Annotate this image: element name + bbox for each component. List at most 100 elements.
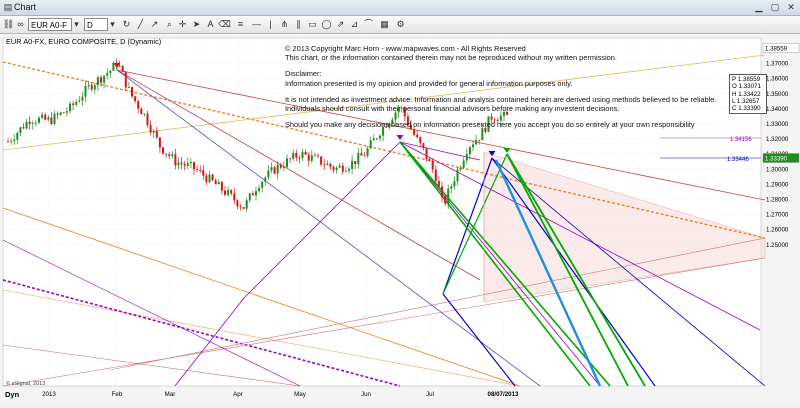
y-tick-label: 1.32000 xyxy=(766,136,789,143)
candle-body xyxy=(217,182,220,185)
candle-body xyxy=(72,103,75,105)
chain-icon[interactable]: ∞ xyxy=(14,18,27,31)
y-tick-label: 1.25000 xyxy=(766,242,789,249)
copyright-text: © 2013 Copyright Marc Horn - www.mapwave… xyxy=(285,44,526,53)
candle-body xyxy=(447,188,450,204)
candle-body xyxy=(462,160,465,168)
candle-body xyxy=(146,113,149,126)
ellipse-icon[interactable]: ◯ xyxy=(320,18,333,31)
draw-line-icon[interactable]: ╱ xyxy=(134,18,147,31)
candle-body xyxy=(295,152,298,158)
candle-body xyxy=(360,153,363,156)
vline-icon[interactable]: | xyxy=(264,18,277,31)
ohlc-prev: P 1.38559 xyxy=(732,76,761,83)
candle-body xyxy=(140,108,143,115)
candle-body xyxy=(273,167,276,174)
hline-icon[interactable]: — xyxy=(250,18,263,31)
minimize-icon[interactable]: ▁ xyxy=(753,2,765,13)
refresh-icon[interactable]: ↻ xyxy=(120,18,133,31)
candle-body xyxy=(186,163,189,166)
layout-icon[interactable]: ▦ xyxy=(378,18,391,31)
ohlc-high: H 1.33422 xyxy=(732,90,761,98)
candle-body xyxy=(34,122,37,124)
candle-body xyxy=(307,154,310,161)
candle-body xyxy=(282,167,285,168)
candle-body xyxy=(10,141,13,142)
candle-body xyxy=(118,65,121,67)
disclaimer-line4: It is not intended as investment advice.… xyxy=(285,94,717,104)
x-tick-label: 2013 xyxy=(42,391,56,398)
candle-body xyxy=(183,164,186,166)
candle-body xyxy=(96,77,99,86)
window-titlebar: ▤ Chart ▁ ▢ ✕ xyxy=(0,0,800,16)
pitchfork-icon[interactable]: ⋔ xyxy=(278,18,291,31)
ray-icon[interactable]: ↗ xyxy=(148,18,161,31)
candle-body xyxy=(468,147,471,155)
candle-body xyxy=(431,160,434,170)
text-tool-icon[interactable]: A xyxy=(204,18,217,31)
candle-body xyxy=(121,66,124,72)
candle-body xyxy=(335,167,338,171)
x-tick-label: 08/07/2013 xyxy=(488,391,520,398)
candle-body xyxy=(317,155,319,157)
candle-body xyxy=(453,181,456,187)
candle-body xyxy=(31,123,34,125)
y-tick-label: 1.37000 xyxy=(766,61,789,68)
ohlc-low: L 1.32657 xyxy=(732,97,760,105)
candle-body xyxy=(286,158,288,168)
channel-icon[interactable]: ∥ xyxy=(292,18,305,31)
candle-body xyxy=(81,96,84,101)
y-tick-label: 1.30000 xyxy=(766,166,789,173)
candle-body xyxy=(329,163,332,167)
y-tick-label: 1.29000 xyxy=(766,181,789,188)
fib-icon[interactable]: ≡ xyxy=(234,18,247,31)
candle-body xyxy=(220,182,223,191)
x-tick-label: Jun xyxy=(361,391,372,398)
candle-body xyxy=(289,158,292,160)
candle-body xyxy=(239,206,242,208)
candle-body xyxy=(13,139,16,142)
gann-icon[interactable]: ⊿ xyxy=(348,18,361,31)
zoom-icon[interactable]: ⌕ xyxy=(163,18,176,31)
candle-body xyxy=(155,130,158,138)
rectangle-icon[interactable]: ▭ xyxy=(306,18,319,31)
symbol-dropdown-icon[interactable]: ▾ xyxy=(72,18,81,31)
candle-body xyxy=(205,175,208,183)
candle-body xyxy=(270,167,273,171)
eraser-icon[interactable]: ⌫ xyxy=(218,18,231,31)
y-tick-label: 1.27000 xyxy=(766,212,789,219)
candle-body xyxy=(450,186,453,189)
chart-window-icon: ▤ xyxy=(3,2,13,12)
candle-body xyxy=(152,130,155,133)
candle-body xyxy=(292,152,295,159)
candle-body xyxy=(369,140,372,149)
candle-body xyxy=(211,174,214,181)
settings-icon[interactable]: ⚙ xyxy=(394,18,407,31)
candle-body xyxy=(131,87,133,97)
y-label-high-marker: 1.34156 xyxy=(730,137,752,143)
candle-body xyxy=(69,103,71,112)
maximize-icon[interactable]: ▢ xyxy=(769,2,781,13)
ohlc-box: P 1.38559 O 1.33071 H 1.33422 L 1.32657 … xyxy=(729,74,767,115)
candle-body xyxy=(171,154,174,157)
candle-body xyxy=(472,144,474,148)
interval-input[interactable]: D xyxy=(84,18,108,31)
candle-body xyxy=(90,84,93,90)
interval-dropdown-icon[interactable]: ▾ xyxy=(108,18,117,31)
crosshair-icon[interactable]: ✛ xyxy=(176,18,189,31)
candle-body xyxy=(127,87,130,88)
ohlc-open: O 1.33071 xyxy=(732,83,761,91)
y-label-last-marker: 1.33446 xyxy=(727,157,749,163)
candle-body xyxy=(16,132,19,140)
arrow-icon[interactable]: ⇗ xyxy=(334,18,347,31)
symbol-input[interactable]: EUR A0-F xyxy=(28,18,72,31)
candle-body xyxy=(344,170,347,172)
y-tick-label: 1.36000 xyxy=(766,76,789,83)
chart-title: EUR A0-FX, EURO COMPOSITE, D (Dynamic) xyxy=(6,37,162,46)
candle-body xyxy=(233,193,236,201)
candle-body xyxy=(109,70,112,74)
candle-body xyxy=(47,117,50,120)
cycle-icon[interactable]: ⌒ xyxy=(362,18,375,31)
cursor-icon[interactable]: ➤ xyxy=(190,18,203,31)
close-icon[interactable]: ✕ xyxy=(785,2,797,13)
